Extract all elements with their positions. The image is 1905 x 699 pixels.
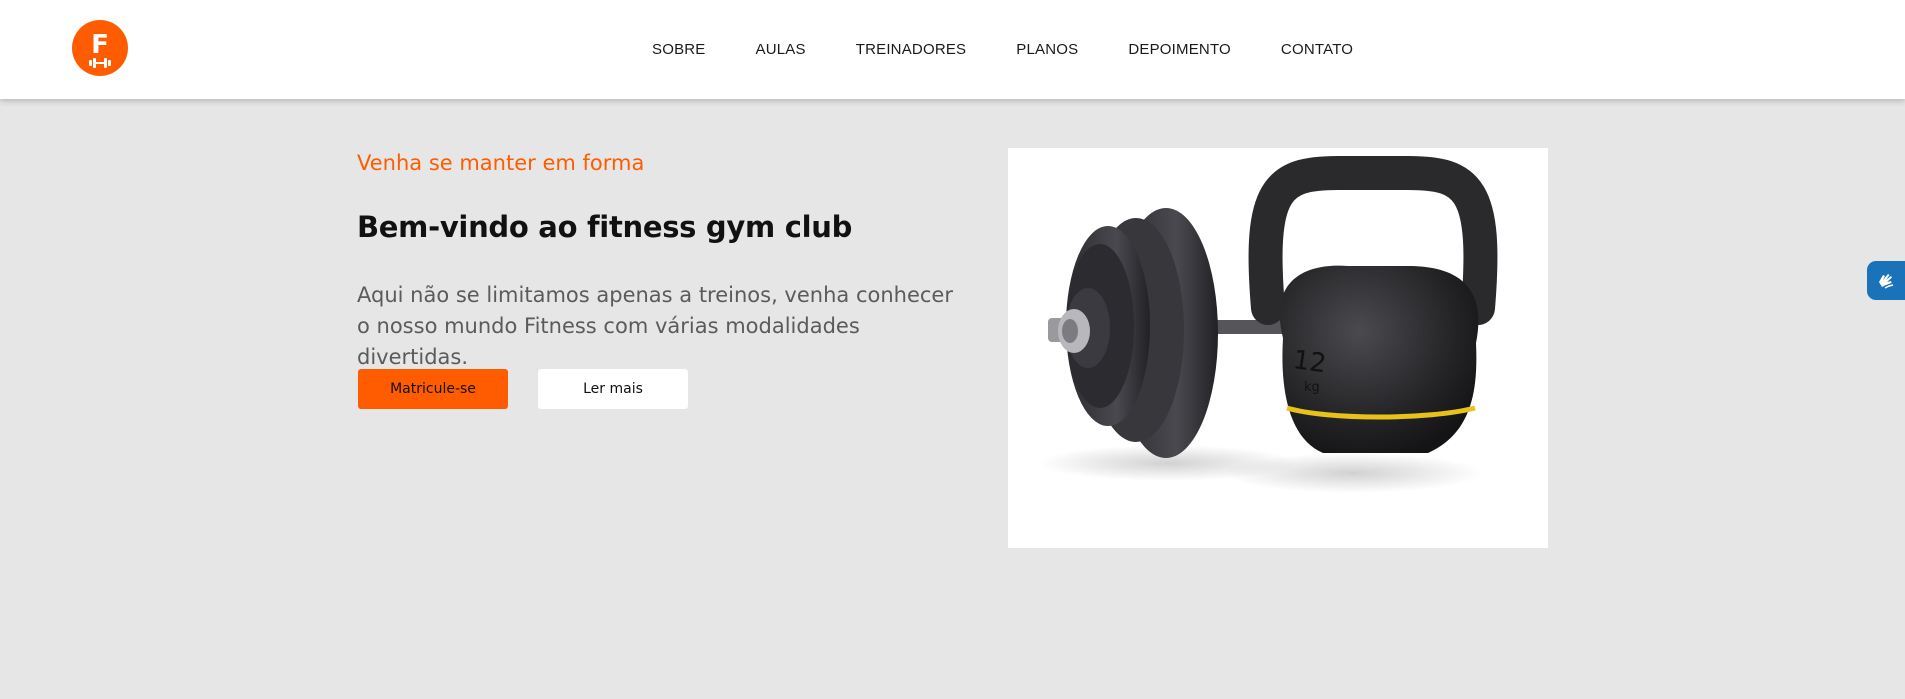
accessibility-button[interactable] xyxy=(1867,261,1905,300)
hero-image: 12 kg xyxy=(1008,148,1548,548)
dumbbell-kettlebell-illustration: 12 kg xyxy=(1038,156,1498,493)
kettlebell-unit-label: kg xyxy=(1304,380,1320,395)
site-header: F SOBRE AULAS TREINADORES PLANOS DEPOIME… xyxy=(0,0,1905,99)
enroll-button[interactable]: Matricule-se xyxy=(358,369,508,409)
logo[interactable]: F xyxy=(72,20,128,76)
nav-item-planos[interactable]: PLANOS xyxy=(1016,41,1078,58)
sign-language-icon xyxy=(1879,273,1894,289)
dumbbell-icon xyxy=(89,57,111,68)
logo-letter: F xyxy=(91,29,109,60)
kettlebell-weight-label: 12 xyxy=(1291,345,1328,379)
nav-item-sobre[interactable]: SOBRE xyxy=(652,41,706,58)
read-more-button[interactable]: Ler mais xyxy=(538,369,688,409)
nav-item-depoimento[interactable]: DEPOIMENTO xyxy=(1128,41,1231,58)
hero-subtitle: Venha se manter em forma xyxy=(357,151,645,175)
nav-item-contato[interactable]: CONTATO xyxy=(1281,41,1353,58)
hero-description: Aqui não se limitamos apenas a treinos, … xyxy=(357,283,953,369)
nav-item-aulas[interactable]: AULAS xyxy=(756,41,806,58)
nav-item-treinadores[interactable]: TREINADORES xyxy=(856,41,967,58)
hero-title: Bem-vindo ao fitness gym club xyxy=(357,210,853,244)
main-nav: SOBRE AULAS TREINADORES PLANOS DEPOIMENT… xyxy=(652,0,1353,99)
